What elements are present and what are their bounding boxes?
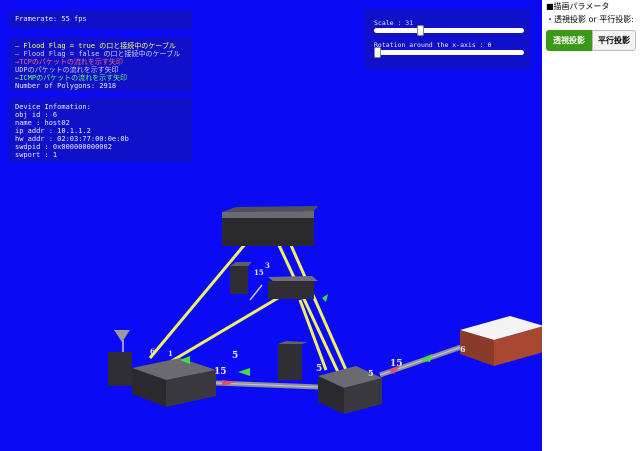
legend-item: →TCPのパケットの流れを示す矢印	[15, 58, 123, 66]
cone-marker	[114, 330, 130, 342]
rotation-slider-thumb[interactable]	[374, 47, 381, 58]
render-params-title: ■描画パラメータ	[546, 2, 610, 11]
legend-item: ←ICMPのパケットの流れを示す矢印	[15, 74, 128, 82]
legend-panel: — Flood Flag = true の口と接続中のケーブル — Flood F…	[9, 37, 192, 92]
device-info-line: swdpid : 0x000000000002	[15, 143, 112, 151]
port-label: 5	[316, 364, 322, 374]
switch-middle[interactable]	[230, 262, 318, 299]
port-label: 15	[390, 359, 403, 369]
device-info-line: ip addr : 10.1.1.2	[15, 127, 91, 135]
device-info-line: name : host02	[15, 119, 70, 127]
legend-item: UDPのパケットの流れを示す矢印	[15, 66, 119, 74]
framerate-panel: Framerate: 55 fps	[9, 10, 192, 29]
host-brick-building[interactable]	[460, 316, 542, 366]
port-label: 3	[265, 261, 270, 270]
device-info-line: swport : 1	[15, 151, 58, 159]
rotation-label: Rotation around the x-axis : 0	[374, 41, 492, 49]
port-label: 6	[150, 347, 155, 356]
switch-top[interactable]	[222, 206, 318, 246]
view-controls-panel: Scale : 31 Rotation around the x-axis : …	[364, 9, 531, 69]
framerate-text: Framerate: 55 fps	[15, 15, 87, 23]
scale-label: Scale : 31	[374, 19, 414, 27]
side-panel: ■描画パラメータ ・透視投影 or 平行投影: 透視投影 平行投影	[544, 0, 640, 451]
device-info-panel: Device Infomation: obj id : 6 name : hos…	[9, 98, 192, 162]
device-info-line: Device Infomation:	[15, 103, 91, 111]
projection-label: ・透視投影 or 平行投影:	[546, 15, 634, 24]
device-info-line: hw addr : 02:03:77:00:0e:0b	[15, 135, 129, 143]
port-label: 5	[232, 351, 238, 361]
icmp-arrow	[322, 294, 328, 302]
legend-item: — Flood Flag = false の口と接続中のケーブル	[15, 50, 181, 58]
port-label: 15	[254, 268, 264, 277]
cable	[148, 242, 248, 359]
port-label: 15	[214, 367, 227, 377]
scale-slider[interactable]	[374, 25, 524, 36]
cable	[169, 296, 279, 364]
port-label: 5	[368, 368, 374, 378]
cable	[249, 284, 263, 301]
legend-list: — Flood Flag = true の口と接続中のケーブル — Flood F…	[15, 42, 192, 90]
legend-item: — Flood Flag = true の口と接続中のケーブル	[15, 42, 176, 50]
device-info-line: obj id : 6	[15, 111, 58, 119]
perspective-button[interactable]: 透視投影	[546, 30, 592, 51]
orthographic-button[interactable]: 平行投影	[592, 30, 636, 51]
port-label: 1	[168, 349, 173, 358]
rotation-slider[interactable]	[374, 47, 524, 58]
scale-slider-thumb[interactable]	[417, 25, 425, 36]
icmp-arrow	[238, 368, 250, 376]
port-label: 6	[460, 344, 466, 354]
legend-item: Number of Polygons: 2918	[15, 82, 117, 90]
3d-viewport[interactable]: 5 15 5 15 15 5 6 6 3 1 Framerate: 55 fps…	[0, 0, 542, 451]
switch-left[interactable]	[108, 352, 216, 407]
